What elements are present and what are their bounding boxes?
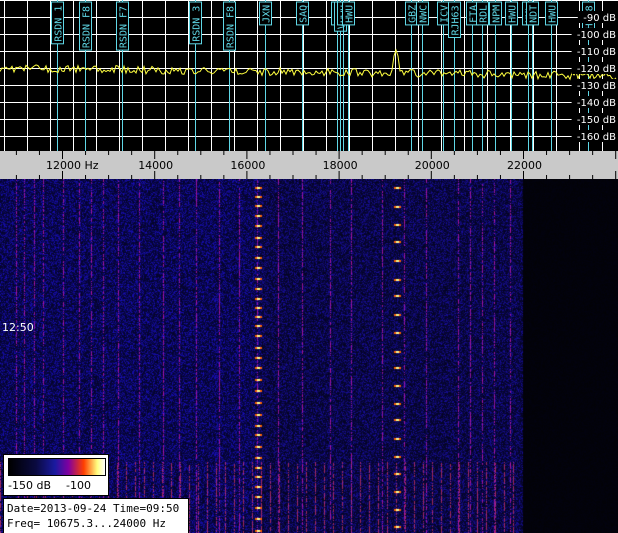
db-label-text: -100 dB — [577, 30, 616, 41]
db-label: -90 dB — [577, 11, 618, 24]
station-marker-label: NWC — [419, 5, 430, 23]
station-marker-label: RSDN_F8 — [226, 6, 237, 48]
spectrum-panel[interactable]: RSDN_1 RSDN_F8 RSDN_F7 RSDN_3 RSDN_F8 JXN SAQ N… — [0, 0, 618, 151]
scale-tick-label: 18000 — [323, 159, 358, 172]
scale-tick-label: 16000 — [230, 159, 265, 172]
db-label-text: -120 dB — [577, 64, 616, 75]
station-marker-label: RSDN_3 — [192, 6, 203, 42]
station-marker-label: RSDN_F7 — [119, 6, 130, 48]
waterfall-time-marker: 12:50 — [2, 321, 34, 334]
db-label: -160 dB — [571, 130, 618, 143]
scale-tick-label: 12000 Hz — [46, 159, 99, 172]
scale-tick-label: 20000 — [415, 159, 450, 172]
date-time-readout: Date=2013-09-24 Time=09:50 — [7, 502, 180, 515]
legend-max-label: -100 — [66, 479, 91, 492]
station-marker-label: HWU — [508, 5, 519, 23]
db-label: -110 dB — [571, 45, 618, 58]
db-label-text: -90 dB — [583, 13, 616, 24]
db-label: -120 dB — [571, 62, 618, 75]
db-label: -100 dB — [571, 28, 618, 41]
frequency-scale[interactable]: 12000 Hz 14000 16000 18000 20000 22000 — [0, 151, 618, 179]
sdr-spectrum-display: RSDN_1 RSDN_F8 RSDN_F7 RSDN_3 RSDN_F8 JXN SAQ N… — [0, 0, 618, 533]
station-marker-label: JXN — [262, 5, 273, 23]
db-label-text: -110 dB — [577, 47, 616, 58]
legend-min-label: -150 dB — [8, 479, 51, 492]
station-marker-label: RJH63 — [451, 5, 462, 35]
db-label-text: -150 dB — [577, 115, 616, 126]
db-label-text: -140 dB — [577, 98, 616, 109]
db-label: -140 dB — [571, 96, 618, 109]
db-label-text: -130 dB — [577, 81, 616, 92]
scale-tick-label: 22000 — [507, 159, 542, 172]
station-marker-label: HWU — [548, 5, 559, 23]
db-label-text: -160 dB — [577, 132, 616, 143]
db-label: -150 dB — [571, 113, 618, 126]
station-marker-label: NPM — [492, 5, 503, 23]
frequency-range-readout: Freq= 10675.3...24000 Hz — [7, 517, 166, 530]
station-marker-label: SAQ — [299, 5, 310, 23]
station-marker-label: HWU — [345, 5, 356, 23]
scale-tick-label: 14000 — [138, 159, 173, 172]
station-marker-label: NDT — [529, 5, 540, 23]
color-legend: -150 dB -100 — [3, 454, 109, 496]
station-marker-label: RSDN_1 — [54, 6, 65, 42]
color-gradient-bar — [8, 458, 106, 476]
station-marker-label: RSDN_F8 — [82, 6, 93, 48]
station-marker-label: RDL — [479, 5, 490, 23]
db-label: -130 dB — [571, 79, 618, 92]
info-box: Date=2013-09-24 Time=09:50 Freq= 10675.3… — [3, 498, 189, 533]
